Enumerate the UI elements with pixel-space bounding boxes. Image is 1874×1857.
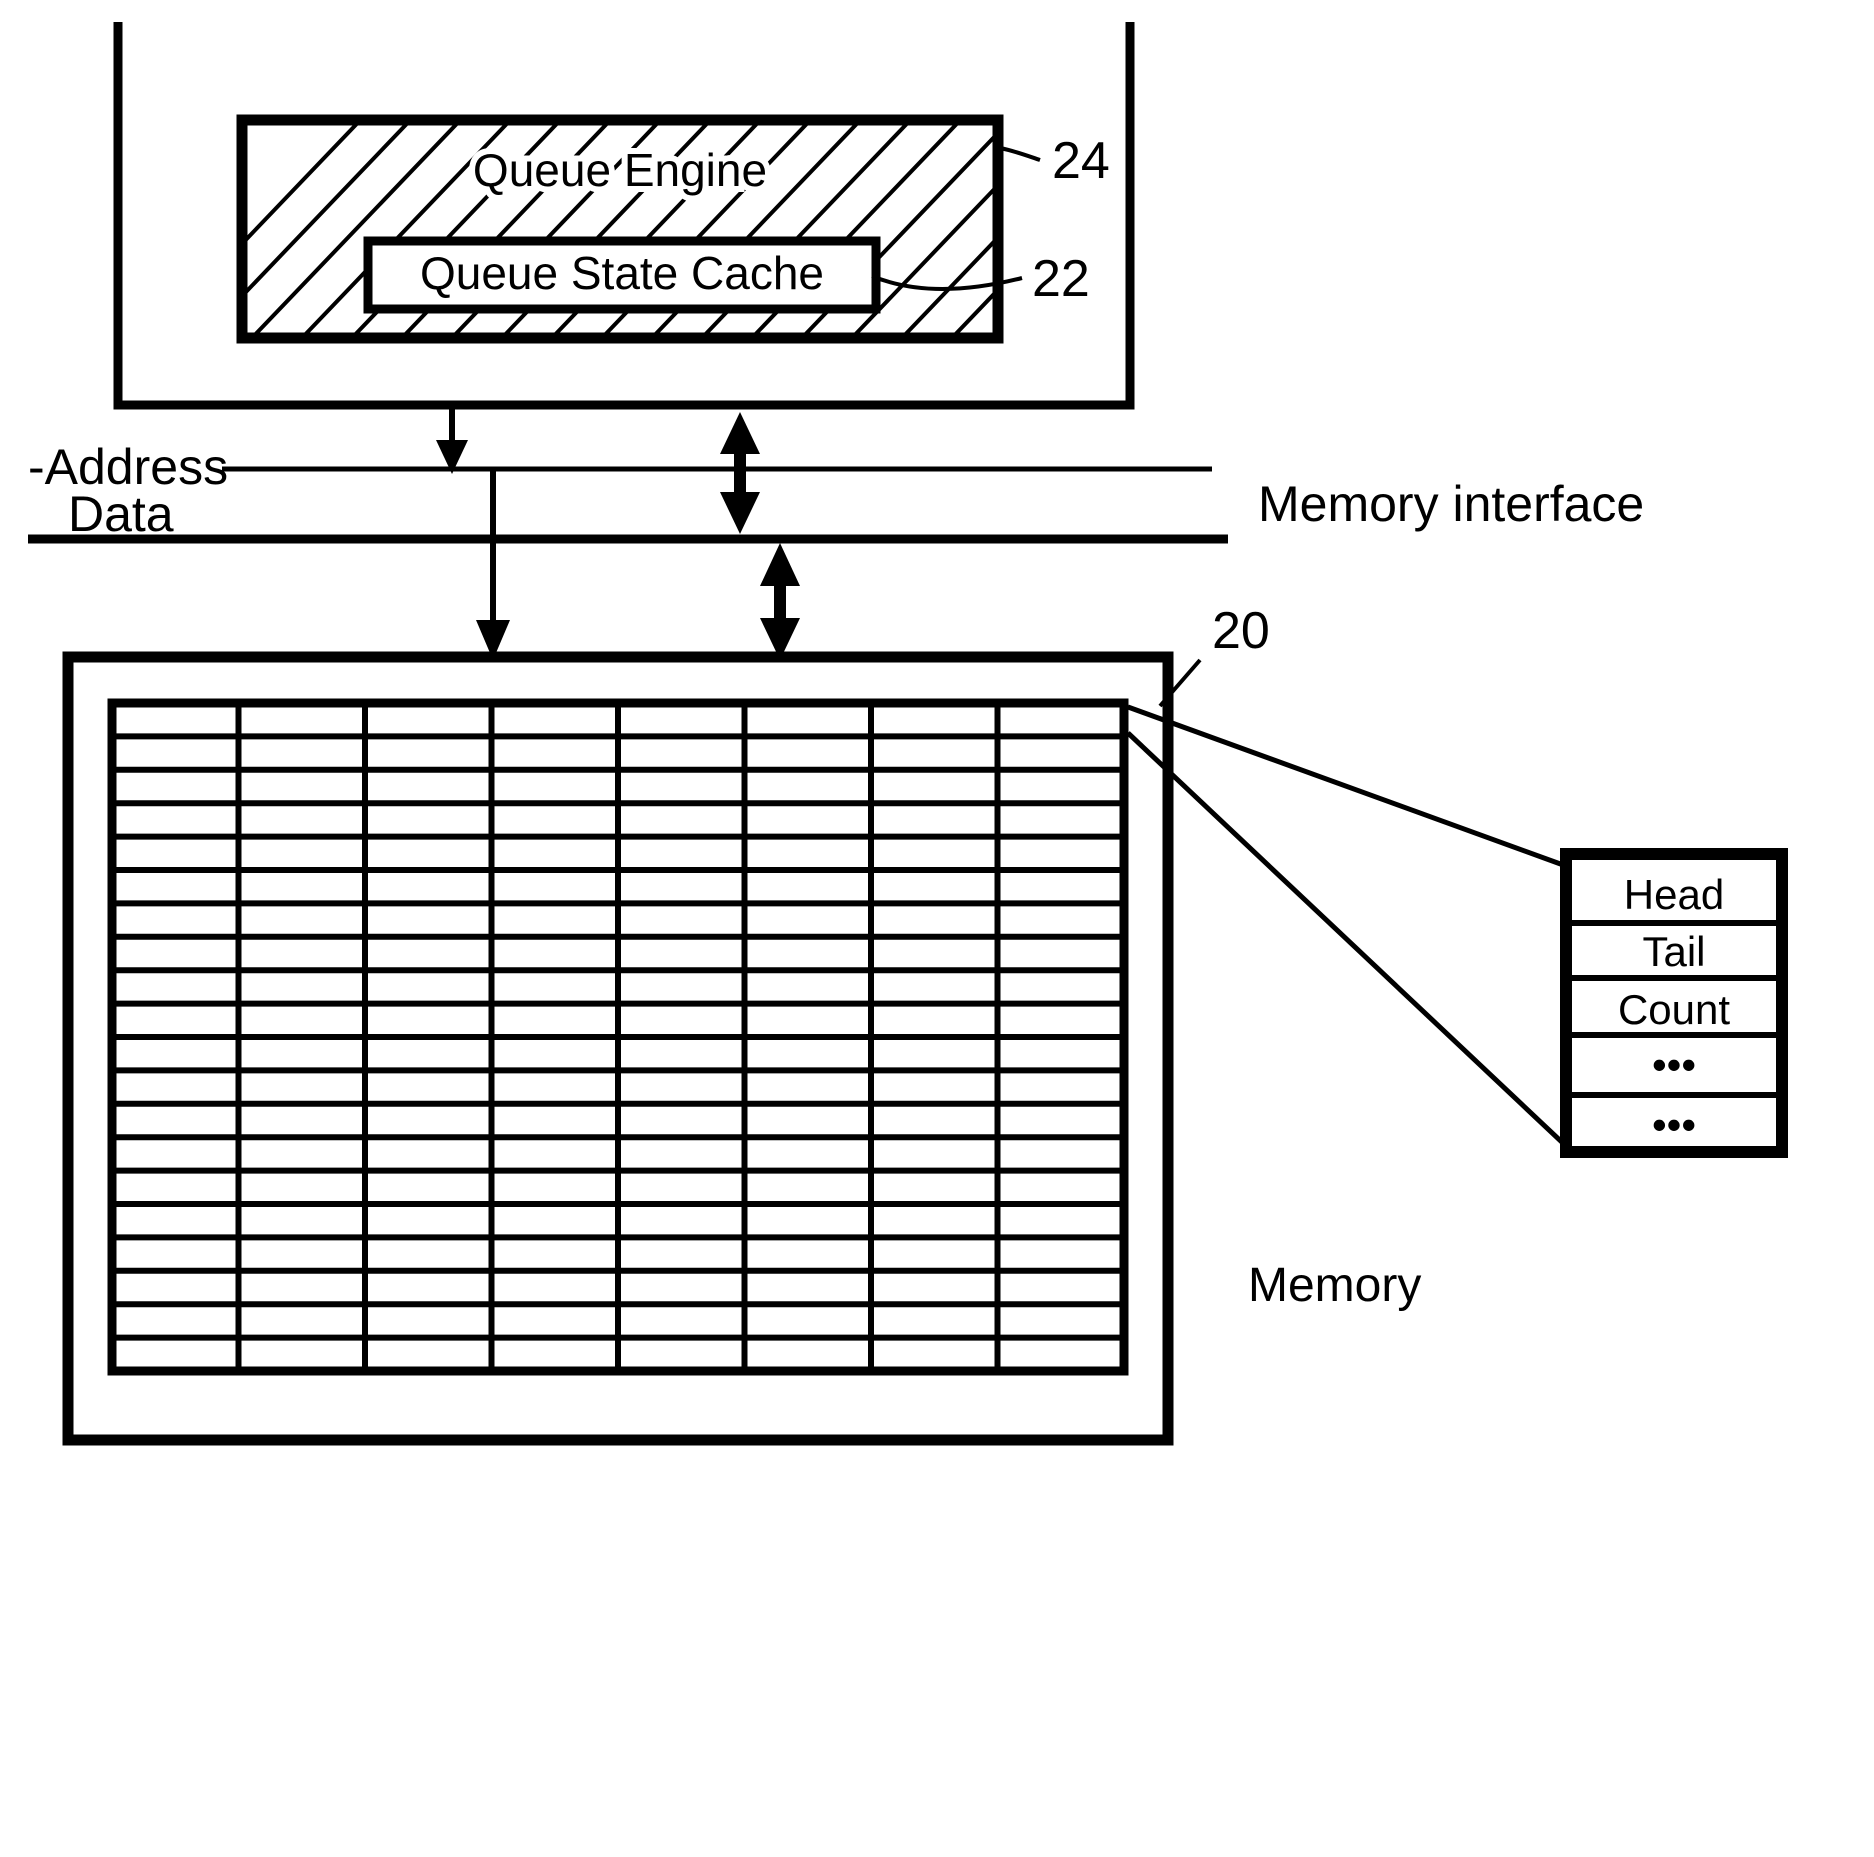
queue-engine-label: Queue Engine [473, 144, 767, 196]
data-arrow-bidirectional-upper [720, 412, 760, 534]
address-line-to-memory [476, 469, 510, 660]
figure-canvas: Queue Engine Queue State Cache 24 22 -Ad… [0, 0, 1874, 1857]
queue-state-descriptor: Head Tail Count ••• ••• [1560, 848, 1788, 1158]
descriptor-row-ellipsis-2: ••• [1652, 1101, 1696, 1148]
descriptor-row-ellipsis-1: ••• [1652, 1041, 1696, 1088]
queue-state-cache-block: Queue State Cache [363, 236, 881, 314]
address-arrow-down [436, 407, 468, 474]
descriptor-row-head: Head [1624, 871, 1724, 918]
diagram-svg: Queue Engine Queue State Cache 24 22 -Ad… [28, 22, 1788, 1446]
ref-number-22: 22 [1032, 250, 1090, 308]
memory-interface-label: Memory interface [1258, 476, 1644, 532]
ref-number-20: 20 [1212, 602, 1270, 660]
data-bus-label: Data [68, 486, 174, 542]
ref-number-24: 24 [1052, 132, 1110, 190]
queue-state-cache-label: Queue State Cache [420, 247, 824, 299]
descriptor-row-count: Count [1618, 986, 1730, 1033]
data-arrow-bidirectional-lower [760, 543, 800, 660]
ref-leader-24 [999, 146, 1041, 162]
descriptor-row-tail: Tail [1642, 928, 1705, 975]
descriptor-callout-lines [1126, 704, 1568, 1148]
memory-grid [107, 698, 1129, 1376]
memory-label: Memory [1248, 1259, 1421, 1312]
